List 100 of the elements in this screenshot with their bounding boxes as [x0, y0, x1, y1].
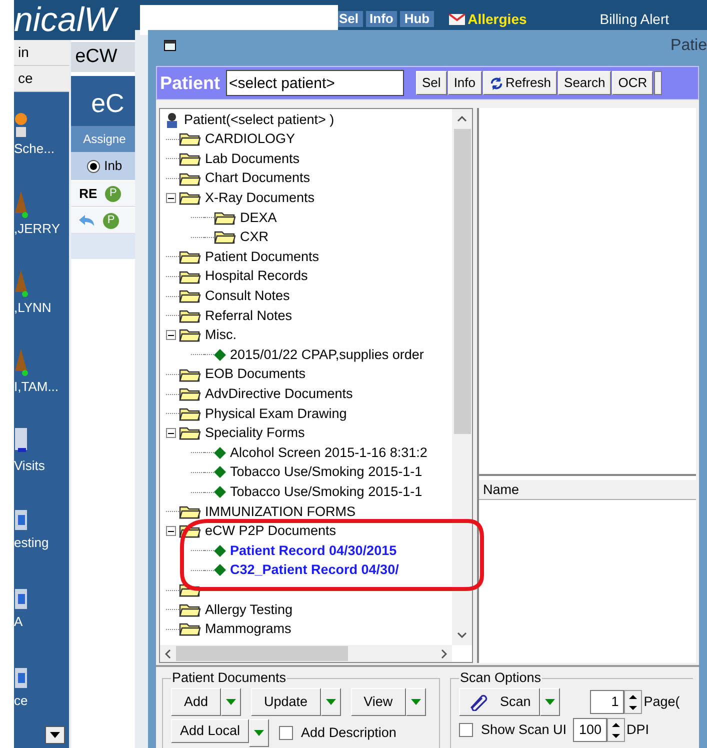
toolbar-button[interactable]: Info [448, 71, 482, 95]
folder-item[interactable]: Allergy Testing [205, 600, 293, 620]
message-row[interactable]: RE P [71, 181, 135, 207]
folder-item[interactable]: Hospital Records [205, 266, 308, 287]
scroll-down-button[interactable] [45, 726, 66, 744]
folder-item[interactable]: DEXA [240, 208, 277, 228]
toolbar-button[interactable]: Search [558, 71, 612, 95]
folder-icon [179, 250, 201, 264]
document-item[interactable]: C32_Patient Record 04/30/ [230, 560, 399, 581]
dropdown-button[interactable] [249, 719, 270, 748]
scan-button[interactable]: Scan [459, 688, 540, 716]
collapse-toggle[interactable] [166, 428, 176, 438]
header-link[interactable]: Info [366, 11, 398, 27]
folder-item[interactable]: IMMUNIZATION FORMS [205, 502, 356, 522]
folder-item[interactable]: Consult Notes [205, 286, 290, 306]
header-link[interactable]: Hub [400, 11, 434, 27]
document-item[interactable]: Tobacco Use/Smoking 2015-1-1 [230, 462, 422, 483]
menu-item[interactable]: in [14, 40, 70, 66]
patient-field[interactable]: <select patient> [226, 70, 404, 96]
document-icon [214, 446, 226, 459]
caret-icon [544, 699, 555, 706]
action-button[interactable]: Add Local [171, 719, 250, 744]
folder-icon [179, 308, 201, 323]
document-icon [214, 466, 226, 478]
sidebar-item[interactable]: A [14, 570, 70, 647]
app-logo: nicalW [14, 3, 116, 37]
toolbar-button[interactable] [654, 71, 662, 95]
document-item[interactable]: Patient Record 04/30/2015 [230, 540, 397, 561]
dropdown-button[interactable] [540, 688, 560, 716]
number-field[interactable]: 1 [590, 690, 624, 714]
status-badge: P [105, 186, 122, 202]
folder-item[interactable]: CXR [240, 227, 269, 248]
scroll-thumb[interactable] [454, 129, 470, 434]
column-header: Assigne [71, 126, 135, 152]
folder-item[interactable]: Speciality Forms [205, 423, 305, 444]
list-background [71, 234, 135, 259]
checkbox[interactable] [279, 726, 294, 740]
folder-icon [179, 622, 201, 636]
folder-item[interactable]: Patient Documents [205, 246, 320, 268]
caret-icon [326, 699, 336, 706]
collapse-toggle[interactable] [166, 330, 176, 340]
toolbar-button[interactable]: Refresh [482, 71, 558, 95]
folder-item[interactable]: EOB Documents [205, 364, 306, 385]
paperclip-icon [468, 693, 488, 712]
folder-icon [179, 406, 201, 421]
folder-icon [179, 368, 201, 382]
tab[interactable]: eCW [71, 42, 135, 72]
refresh-icon [488, 76, 504, 90]
collapse-toggle[interactable] [166, 526, 176, 536]
folder-item[interactable]: Chart Documents [205, 168, 310, 189]
toolbar-button[interactable]: Sel [416, 71, 447, 95]
row-label: RE [79, 184, 98, 203]
dropdown-button[interactable] [320, 688, 341, 716]
dropdown-button[interactable] [221, 688, 242, 716]
document-item[interactable]: Alcohol Screen 2015-1-16 8:31:2 [230, 442, 428, 464]
allergies-link[interactable]: Allergies [468, 11, 527, 27]
document-item[interactable]: 2015/01/22 CPAP,supplies order [230, 344, 424, 366]
sidebar-item[interactable]: ,LYNN [14, 254, 70, 331]
document-icon [214, 486, 226, 498]
sidebar-item[interactable]: Sche... [14, 96, 70, 173]
spin-buttons[interactable] [606, 718, 625, 742]
action-button[interactable]: Add [171, 688, 222, 716]
scroll-left-icon [165, 648, 171, 658]
folder-item[interactable]: Misc. [205, 325, 236, 346]
vertical-scrollbar[interactable] [452, 109, 472, 645]
folder-item[interactable]: Mammograms [205, 619, 292, 640]
folder-item[interactable]: Physical Exam Drawing [205, 404, 347, 424]
action-button[interactable]: Update [251, 688, 321, 716]
document-icon [214, 564, 226, 576]
sidebar-item[interactable]: ,JERRY [14, 175, 70, 252]
spin-buttons[interactable] [624, 690, 642, 714]
dropdown-button[interactable] [406, 688, 426, 716]
toolbar-button[interactable]: OCR [612, 71, 654, 95]
folder-item[interactable]: X-Ray Documents [205, 188, 315, 208]
sidebar-item[interactable]: esting [14, 491, 70, 568]
sidebar-item[interactable]: I,TAM... [14, 333, 70, 410]
sidebar-item[interactable]: Visits [14, 412, 70, 489]
spin-label: DPI [626, 721, 650, 740]
folder-item[interactable]: eCW P2P Documents [205, 521, 336, 542]
folder-item[interactable]: Lab Documents [205, 148, 300, 170]
number-field[interactable]: 100 [572, 718, 607, 742]
checkbox[interactable] [459, 723, 473, 738]
folder-icon [214, 210, 236, 225]
menu-item[interactable]: ce [14, 66, 70, 92]
folder-item[interactable]: AdvDirective Documents [205, 384, 353, 404]
folder-icon [179, 426, 201, 440]
mail-icon [448, 14, 465, 25]
billing-alert[interactable]: Billing Alert [600, 11, 670, 27]
folder-icon [179, 191, 201, 206]
folder-item[interactable]: CARDIOLOGY [205, 129, 296, 150]
horizontal-scrollbar[interactable] [160, 645, 452, 662]
collapse-toggle[interactable] [166, 193, 176, 204]
document-item[interactable]: Tobacco Use/Smoking 2015-1-1 [230, 482, 422, 502]
scroll-up-icon [457, 116, 467, 122]
folder-item[interactable]: Referral Notes [205, 306, 292, 326]
radio-button[interactable] [87, 160, 100, 172]
sidebar-item[interactable]: ce [14, 649, 70, 726]
scroll-thumb[interactable] [176, 646, 348, 661]
folder-item[interactable]: Patient(<select patient> ) [184, 110, 334, 130]
action-button[interactable]: View [350, 688, 406, 716]
